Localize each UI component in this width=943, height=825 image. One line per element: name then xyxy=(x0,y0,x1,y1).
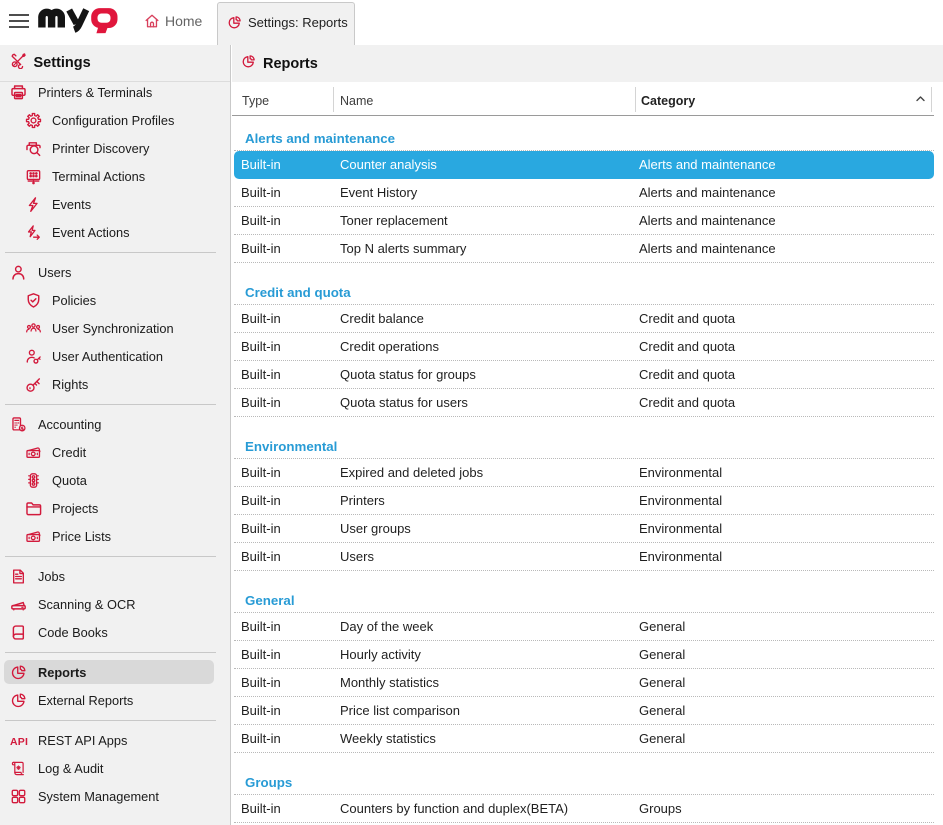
svg-text:API: API xyxy=(10,736,28,748)
